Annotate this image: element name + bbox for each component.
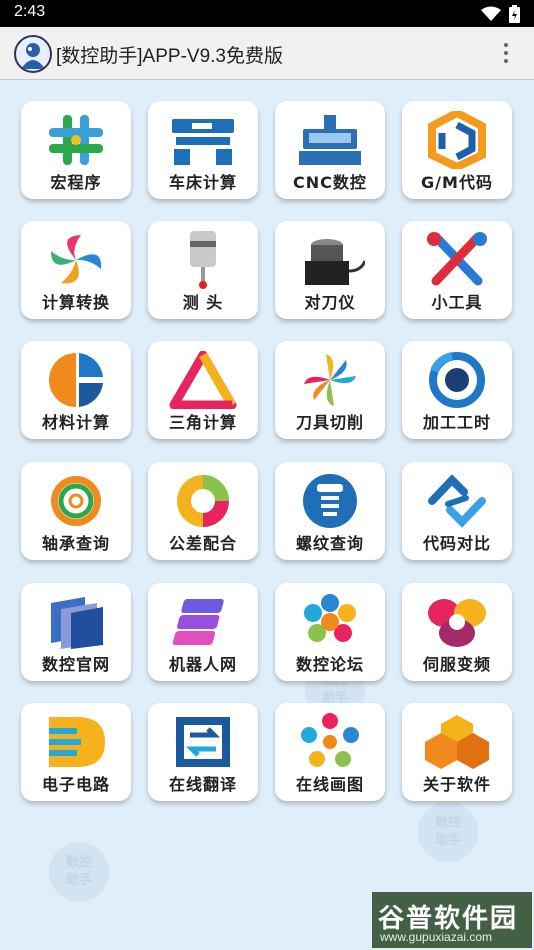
- tool-tile-label: 伺服变频: [422, 655, 491, 674]
- watermark: 数控 助手: [418, 802, 478, 862]
- tool-tile-label: 材料计算: [41, 413, 110, 432]
- tool-tile-label: CNC数控: [293, 173, 367, 192]
- tool-tile-label: 数控官网: [41, 655, 110, 674]
- tool-tile[interactable]: 小工具: [402, 221, 512, 319]
- link-icon: [422, 472, 492, 530]
- pinwheel-icon: [295, 351, 365, 409]
- watermark-text: 数控 助手: [434, 815, 461, 848]
- tool-tile-label: 测 头: [182, 293, 224, 312]
- tool-tile-label: 加工工时: [422, 413, 491, 432]
- status-time: 2:43: [14, 3, 46, 20]
- probe-icon: [168, 231, 238, 289]
- tool-tile[interactable]: 代码对比: [402, 462, 512, 560]
- layers-icon: [168, 593, 238, 651]
- watermark-text: 数控 助手: [65, 855, 92, 888]
- tool-tile-label: 数控论坛: [295, 655, 364, 674]
- cnc-machine-icon: [295, 111, 365, 169]
- tool-tile-label: G/M代码: [421, 173, 493, 192]
- lathe-icon: [168, 111, 238, 169]
- tool-tile[interactable]: 刀具切削: [275, 341, 385, 439]
- tool-tile-label: 关于软件: [422, 775, 491, 794]
- tool-tile[interactable]: 机器人网: [148, 583, 258, 681]
- tool-tile[interactable]: 加工工时: [402, 341, 512, 439]
- tool-tile[interactable]: 螺纹查询: [275, 462, 385, 560]
- tool-tile-label: 三角计算: [168, 413, 237, 432]
- tool-tile-label: 车床计算: [168, 173, 237, 192]
- gm-code-icon: [422, 108, 492, 172]
- hash-icon: [41, 111, 111, 169]
- tool-tile[interactable]: 轴承查询: [21, 462, 131, 560]
- cube-icon: [41, 593, 111, 651]
- brand-watermark: 谷普软件园 www.gupuxiazai.com: [372, 892, 532, 948]
- tool-tile[interactable]: 测 头: [148, 221, 258, 319]
- overflow-menu-button[interactable]: [498, 39, 514, 67]
- pie-icon: [41, 351, 111, 409]
- tool-tile[interactable]: 电子电路: [21, 703, 131, 801]
- tool-tile[interactable]: 三角计算: [148, 341, 258, 439]
- tolerance-icon: [168, 472, 238, 530]
- app-title: [数控助手]APP-V9.3免费版: [56, 46, 283, 67]
- watermark: 数控 助手: [49, 842, 109, 902]
- hex-cubes-icon: [422, 713, 492, 771]
- clock-ring-icon: [422, 351, 492, 409]
- tool-tile-label: 刀具切削: [295, 413, 364, 432]
- tool-tile[interactable]: 材料计算: [21, 341, 131, 439]
- tool-tile-label: 机器人网: [168, 655, 237, 674]
- tool-tile-label: 在线翻译: [168, 775, 237, 794]
- flower-icon: [295, 593, 365, 651]
- tool-tile-label: 小工具: [431, 293, 483, 312]
- tool-tile[interactable]: 在线翻译: [148, 703, 258, 801]
- tool-tile-label: 代码对比: [422, 534, 491, 553]
- wifi-icon: [481, 6, 501, 21]
- tool-tile[interactable]: 对刀仪: [275, 221, 385, 319]
- tool-setter-icon: [295, 231, 367, 289]
- battery-icon: [509, 5, 520, 23]
- tool-tile[interactable]: CNC数控: [275, 101, 385, 199]
- tool-tile[interactable]: G/M代码: [402, 101, 512, 199]
- tool-tile[interactable]: 宏程序: [21, 101, 131, 199]
- app-bar: [数控助手]APP-V9.3免费版: [0, 27, 534, 80]
- tool-tile-label: 对刀仪: [304, 293, 356, 312]
- tool-tile[interactable]: 伺服变频: [402, 583, 512, 681]
- status-icons: [481, 5, 520, 23]
- tool-tile-label: 宏程序: [50, 173, 102, 192]
- tool-tile[interactable]: 数控论坛: [275, 583, 385, 681]
- app-logo-icon: [14, 35, 52, 73]
- triangle-icon: [168, 350, 238, 410]
- tool-tile-label: 计算转换: [41, 293, 110, 312]
- tool-tile[interactable]: 计算转换: [21, 221, 131, 319]
- drawing-icon: [295, 713, 365, 771]
- bearing-icon: [41, 472, 111, 530]
- screw-icon: [295, 472, 365, 530]
- tool-tile-label: 电子电路: [41, 775, 110, 794]
- swirl-icon: [41, 231, 111, 289]
- translate-icon: [168, 713, 238, 771]
- tool-tile[interactable]: 关于软件: [402, 703, 512, 801]
- tool-tile-label: 螺纹查询: [295, 534, 364, 553]
- tool-tile[interactable]: 公差配合: [148, 462, 258, 560]
- tool-tile[interactable]: 车床计算: [148, 101, 258, 199]
- tool-tile-label: 轴承查询: [41, 534, 110, 553]
- status-bar: 2:43: [0, 0, 534, 27]
- brand-url: www.gupuxiazai.com: [380, 930, 493, 944]
- servo-icon: [422, 593, 492, 651]
- tools-icon: [422, 231, 492, 289]
- circuit-d-icon: [41, 713, 111, 771]
- tool-tile[interactable]: 数控官网: [21, 583, 131, 681]
- tool-tile-label: 在线画图: [295, 775, 364, 794]
- tool-tile[interactable]: 在线画图: [275, 703, 385, 801]
- tool-tile-label: 公差配合: [168, 534, 237, 553]
